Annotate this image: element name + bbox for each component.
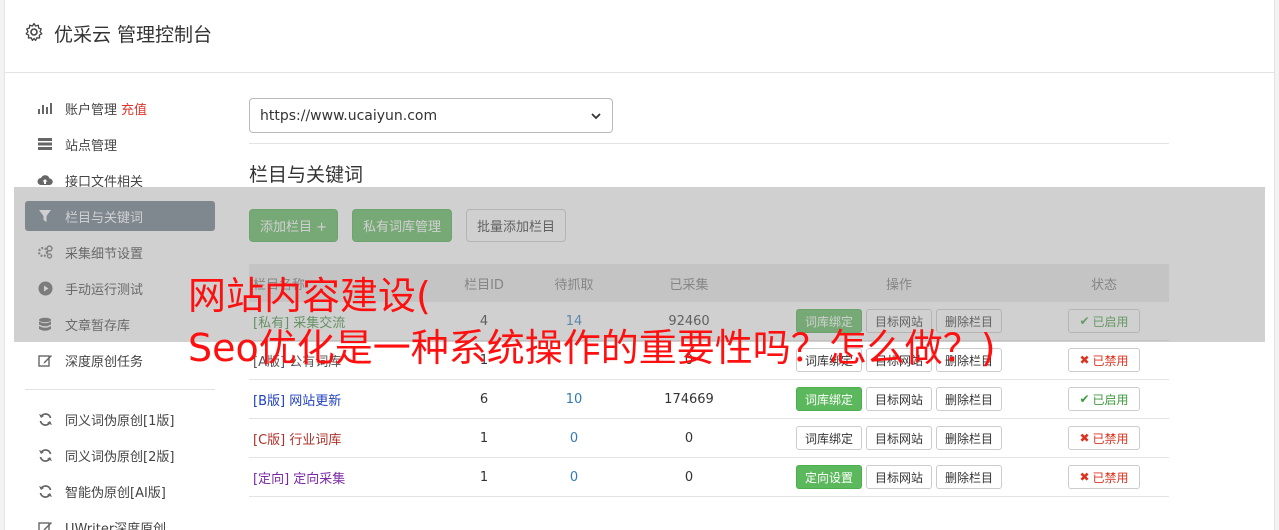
site-select-value: https://www.ucaiyun.com (260, 107, 438, 124)
close-icon: ✖ (1079, 431, 1090, 445)
column-id: 1 (479, 469, 489, 485)
status-toggle-button[interactable]: ✔ 已启用 (1068, 387, 1140, 411)
check-icon: ✔ (1079, 392, 1090, 406)
banner-line-2: Seo优化是一种系统操作的重要性吗？怎么做？) (188, 326, 996, 370)
status-label: 已启用 (1092, 392, 1129, 407)
bind-lexicon-button[interactable]: 词库绑定 (795, 426, 862, 450)
column-name[interactable]: [C版] 行业词库 (249, 429, 439, 448)
recharge-link[interactable]: 充值 (121, 99, 147, 118)
banner-title: 网站内容建设( Seo优化是一种系统操作的重要性吗？怎么做？) (188, 270, 996, 374)
row-status: ✖ 已禁用 (1039, 426, 1169, 450)
table-row: [C版] 行业词库 1 0 0 词库绑定 目标网站 删除栏目 ✖ 已禁用 (249, 419, 1169, 458)
status-toggle-button[interactable]: ✖ 已禁用 (1068, 348, 1140, 372)
column-wait[interactable]: 10 (529, 392, 619, 407)
column-name[interactable]: [定向] 定向采集 (249, 468, 439, 487)
gear-icon (25, 22, 43, 42)
section-title: 栏目与关键词 (249, 164, 364, 186)
site-select[interactable]: https://www.ucaiyun.com (249, 98, 613, 133)
status-toggle-button[interactable]: ✖ 已禁用 (1068, 426, 1140, 450)
table-row: [B版] 网站更新 6 10 174669 词库绑定 目标网站 删除栏目 ✔ 已… (249, 380, 1169, 419)
column-wait[interactable]: 0 (529, 431, 619, 446)
bar-chart-icon (37, 100, 53, 116)
page-header: 优采云 管理控制台 (5, 0, 1274, 73)
delete-column-button[interactable]: 删除栏目 (936, 387, 1003, 411)
sidebar-item-account[interactable]: 账户管理 充值 (25, 93, 215, 123)
target-site-button[interactable]: 目标网站 (865, 387, 932, 411)
page-title: 优采云 管理控制台 (54, 24, 213, 46)
column-id: 6 (479, 391, 489, 407)
target-site-button[interactable]: 目标网站 (865, 426, 932, 450)
row-status: ✖ 已禁用 (1039, 465, 1169, 489)
refresh-icon (37, 447, 53, 463)
sidebar-item-synonym-v2[interactable]: 同义词伪原创[2版] (25, 440, 215, 470)
column-done: 174669 (664, 391, 714, 407)
sidebar-item-label: 同义词伪原创[1版] (65, 413, 175, 429)
column-title: 定向采集 (293, 471, 346, 487)
refresh-icon (37, 483, 53, 499)
sidebar-divider (25, 389, 215, 390)
delete-column-button[interactable]: 删除栏目 (936, 465, 1003, 489)
delete-column-button[interactable]: 删除栏目 (936, 426, 1003, 450)
edit-icon (37, 519, 53, 530)
close-icon: ✖ (1079, 353, 1090, 367)
edit-icon (37, 352, 53, 368)
status-toggle-button[interactable]: ✖ 已禁用 (1068, 465, 1140, 489)
row-status: ✔ 已启用 (1039, 387, 1169, 411)
column-name[interactable]: [B版] 网站更新 (249, 390, 439, 409)
column-wait[interactable]: 0 (529, 470, 619, 485)
status-label: 已禁用 (1092, 353, 1129, 368)
bind-lexicon-button[interactable]: 词库绑定 (795, 387, 862, 411)
column-done: 0 (684, 430, 694, 446)
cloud-upload-icon (37, 172, 53, 188)
column-title: 网站更新 (289, 393, 342, 409)
column-tag: [C版] (253, 432, 286, 448)
sidebar-item-label: 站点管理 (65, 138, 118, 154)
column-title: 行业词库 (289, 432, 342, 448)
table-row: [定向] 定向采集 1 0 0 定向设置 目标网站 删除栏目 ✖ 已禁用 (249, 458, 1169, 497)
sidebar-item-label: 深度原创任务 (65, 354, 144, 370)
sidebar-item-sites[interactable]: 站点管理 (25, 129, 215, 159)
sidebar-item-uwriter[interactable]: UWriter深度原创 (25, 512, 215, 530)
chevron-down-icon (591, 112, 601, 119)
column-tag: [B版] (253, 393, 286, 409)
status-label: 已禁用 (1092, 470, 1129, 485)
bind-lexicon-button[interactable]: 定向设置 (795, 465, 862, 489)
row-ops: 词库绑定 目标网站 删除栏目 (759, 387, 1039, 411)
sidebar-item-label: UWriter深度原创 (65, 521, 167, 530)
status-label: 已禁用 (1092, 431, 1129, 446)
sidebar-item-ai-rewrite[interactable]: 智能伪原创[AI版] (25, 476, 215, 506)
sidebar-item-label: 账户管理 (65, 102, 118, 118)
row-ops: 定向设置 目标网站 删除栏目 (759, 465, 1039, 489)
column-tag: [定向] (253, 471, 290, 487)
sidebar-item-label: 智能伪原创[AI版] (65, 485, 166, 501)
sidebar-item-synonym-v1[interactable]: 同义词伪原创[1版] (25, 404, 215, 434)
column-done: 0 (684, 469, 694, 485)
sidebar-item-deep-original[interactable]: 深度原创任务 (25, 345, 215, 375)
column-id: 1 (479, 430, 489, 446)
banner-line-1: 网站内容建设( (188, 274, 431, 318)
row-ops: 词库绑定 目标网站 删除栏目 (759, 426, 1039, 450)
server-icon (37, 136, 53, 152)
divider (249, 143, 1169, 144)
sidebar-item-label: 同义词伪原创[2版] (65, 449, 175, 465)
row-status: ✖ 已禁用 (1039, 348, 1169, 372)
close-icon: ✖ (1079, 470, 1090, 484)
target-site-button[interactable]: 目标网站 (865, 465, 932, 489)
refresh-icon (37, 411, 53, 427)
